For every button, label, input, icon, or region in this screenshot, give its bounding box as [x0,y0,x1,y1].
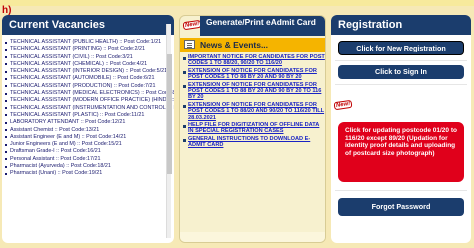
news-link[interactable]: GENERAL INSTRUCTIONS TO DOWNLOAD E-ADMIT… [188,136,325,149]
vacancies-panel: Current Vacancies TECHNICAL ASSISTANT (P… [2,15,174,243]
news-item: GENERAL INSTRUCTIONS TO DOWNLOAD E-ADMIT… [180,136,325,149]
scrollbar-thumb[interactable] [167,54,172,174]
vacancy-link[interactable]: TECHNICAL ASSISTANT (PRINTING) :: Post C… [5,46,174,53]
vacancy-link[interactable]: Assistant Chemist :: Post Code:13/21 [5,127,174,134]
news-item: HELP FILE FOR DIGITIZATION OF OFFLINE DA… [180,122,325,135]
news-link[interactable]: HELP FILE FOR DIGITIZATION OF OFFLINE DA… [188,122,325,135]
vacancies-title: Current Vacancies [2,15,174,35]
divider [335,84,467,85]
generate-admit-card-button[interactable]: Generate/Print eAdmit Card [200,16,325,36]
sign-in-button[interactable]: Click to Sign In [338,65,464,79]
vacancy-link[interactable]: TECHNICAL ASSISTANT (PRODUCTION) :: Post… [5,83,174,90]
update-postcode-notice-button[interactable]: Click for updating postcode 01/20 to 116… [338,122,464,182]
news-list: IMPORTANT NOTICE FOR CANDIDATES FOR POST… [180,54,325,150]
vacancy-link[interactable]: TECHNICAL ASSISTANT (CHEMICAL) :: Post C… [5,61,174,68]
new-registration-button[interactable]: Click for New Registration [338,41,464,55]
top-strip [0,0,474,6]
vacancy-link[interactable]: TECHNICAL ASSISTANT (MODERN OFFICE PRACT… [5,97,174,104]
news-panel: New! Generate/Print eAdmit Card News & E… [179,15,326,243]
vacancy-link[interactable]: Assistant Engineer (E and M) :: Post Cod… [5,134,174,141]
vacancy-link[interactable]: Personal Assistant :: Post Code:17/21 [5,156,174,163]
vacancy-link[interactable]: TECHNICAL ASSISTANT (AUTOMOBILE) :: Post… [5,75,174,82]
vacancy-link[interactable]: TECHNICAL ASSISTANT (INSTRUMENTATION AND… [5,105,174,112]
vacancy-link[interactable]: LABORATORY ATTENDANT :: Post Code:12/21 [5,119,174,126]
vacancy-link[interactable]: Draftsman Grade-I :: Post Code:16/21 [5,148,174,155]
vacancy-link[interactable]: TECHNICAL ASSISTANT (INTERIOR DESIGN) ::… [5,68,174,75]
divider [335,190,467,191]
new-badge-icon: New! [182,19,202,31]
vacancy-link[interactable]: TECHNICAL ASSISTANT (CIVIL) :: Post Code… [5,54,174,61]
vacancies-scrollbar[interactable] [166,24,172,238]
registration-title: Registration [331,15,471,35]
vacancy-link[interactable]: Pharmacist (Unani) :: Post Code:19/21 [5,170,174,177]
vacancy-link[interactable]: Pharmacist (Ayurveda) :: Post Code:18/21 [5,163,174,170]
news-link[interactable]: EXTENSION OF NOTICE FOR CANDIDATES FOR P… [188,102,325,121]
registration-panel: Registration Click for New Registration … [331,15,471,243]
news-item: EXTENSION OF NOTICE FOR CANDIDATES FOR P… [180,102,325,121]
newspaper-icon [184,40,195,49]
forgot-password-button[interactable]: Forgot Password [338,198,464,216]
news-events-title: News & Events... [200,40,269,50]
divider [335,60,467,61]
news-footer [180,232,325,242]
vacancy-link[interactable]: Junior Engineers (E and M) :: Post Code:… [5,141,174,148]
vacancy-link[interactable]: TECHNICAL ASSISTANT (PLASTIC) :: Post Co… [5,112,174,119]
news-item: IMPORTANT NOTICE FOR CANDIDATES FOR POST… [180,54,325,67]
news-link[interactable]: IMPORTANT NOTICE FOR CANDIDATES FOR POST… [188,54,325,67]
news-link[interactable]: EXTENSION OF NOTICE FOR CANDIDATES FOR P… [188,82,325,101]
news-item: EXTENSION OF NOTICE FOR CANDIDATES FOR P… [180,82,325,101]
vacancy-link[interactable]: TECHNICAL ASSISTANT (PUBLIC HEALTH) :: P… [5,39,174,46]
news-events-header: News & Events... [180,38,325,52]
vacancies-list: TECHNICAL ASSISTANT (PUBLIC HEALTH) :: P… [2,35,174,243]
vacancy-link[interactable]: TECHNICAL ASSISTANT (MEDICAL ELECTRONICS… [5,90,174,97]
news-item: EXTENSION OF NOTICE FOR CANDIDATES FOR P… [180,68,325,81]
news-link[interactable]: EXTENSION OF NOTICE FOR CANDIDATES FOR P… [188,68,325,81]
new-badge-icon: New! [333,99,353,111]
